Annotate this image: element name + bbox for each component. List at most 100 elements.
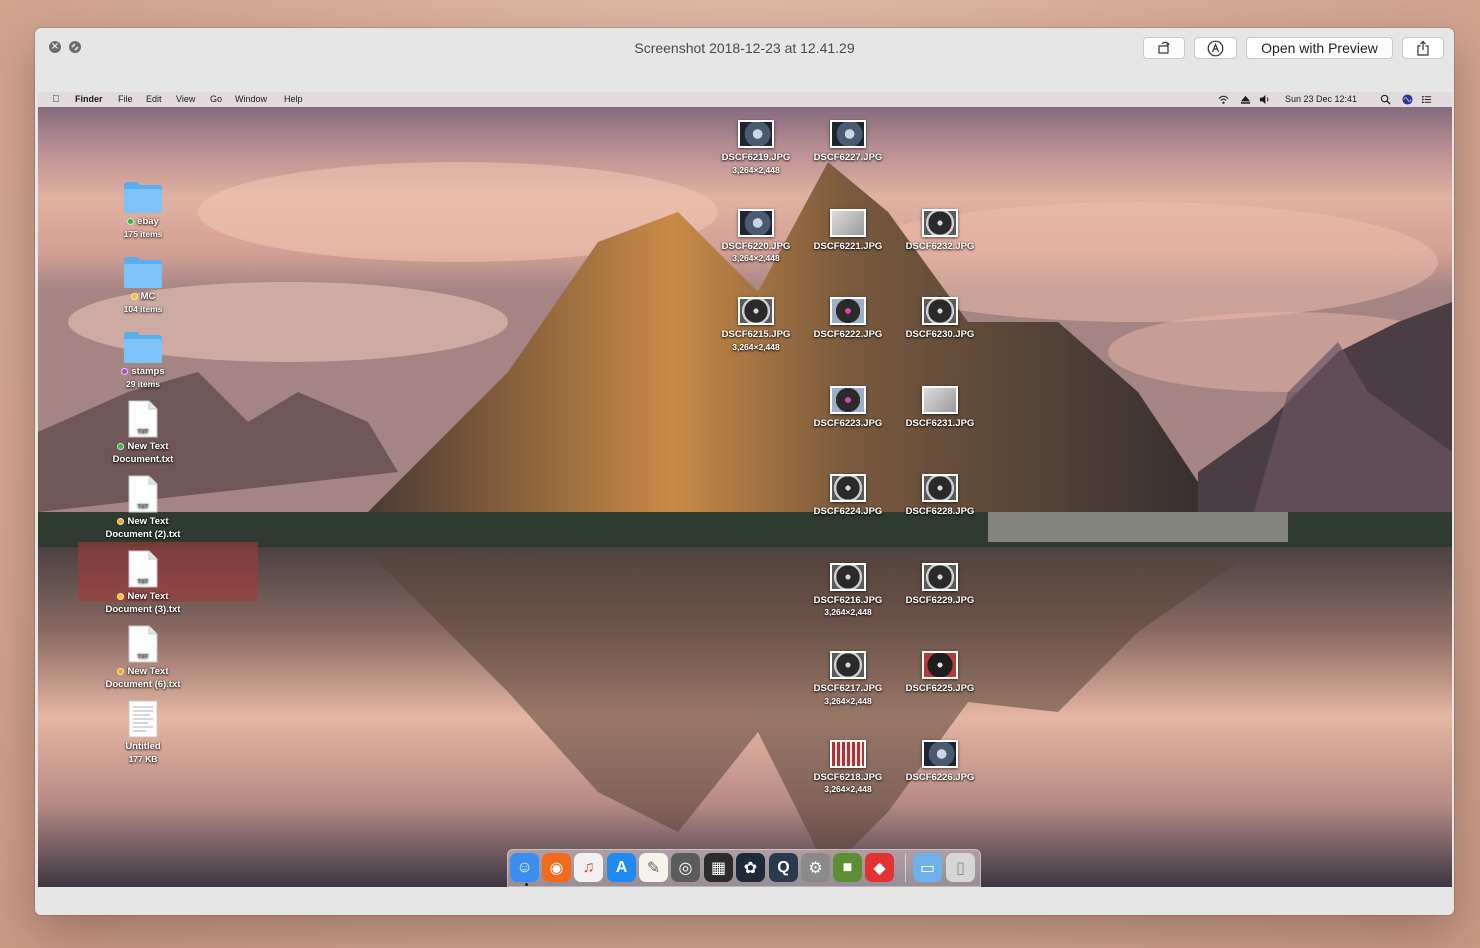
screenshot-preview:  Finder File Edit View Go Window Help S… [38,92,1452,887]
dock-running-indicator [525,883,528,886]
photo-file[interactable]: DSCF6225.JPG [892,651,988,696]
photo-file-name: DSCF6221.JPG [813,240,883,252]
wifi-icon[interactable] [1218,94,1229,105]
menu-bar:  Finder File Edit View Go Window Help S… [38,92,1452,107]
app-store-icon[interactable]: A [607,853,636,882]
color-tag-dot [117,517,125,525]
item-info: 104 items [123,303,163,314]
markup-button[interactable] [1194,37,1237,59]
photo-file-name: DSCF6216.JPG [813,594,883,606]
desktop-item-folder[interactable]: stamps 29 items [95,330,191,390]
eject-icon[interactable] [1240,94,1251,105]
dock-separator [905,854,906,882]
photo-file[interactable]: DSCF6222.JPG [800,297,896,342]
quicktime-icon[interactable]: Q [769,853,798,882]
menu-clock[interactable]: Sun 23 Dec 12:41 [1285,94,1357,104]
photo-file-name: DSCF6230.JPG [905,329,975,340]
textedit-icon[interactable]: ✎ [639,853,668,882]
photo-file-name: DSCF6224.JPG [813,506,883,517]
menu-edit[interactable]: Edit [146,94,162,104]
file-name-line2: Document.txt [112,453,174,465]
photo-file[interactable]: DSCF6226.JPG [892,739,988,785]
menu-file[interactable]: File [118,94,133,104]
photo-file[interactable]: DSCF6216.JPG 3,264×2,448 [800,562,896,619]
desktop-item-folder[interactable]: ebay 175 items [95,180,191,240]
desktop-item-doc[interactable]: Untitled 177 KB [95,700,191,765]
desktop-item-txt[interactable]: TXT New Text Document (2).txt [95,475,191,541]
photo-file[interactable]: DSCF6227.JPG [800,120,896,165]
item-info: 29 items [125,378,161,389]
dock: ☺ ◉ ♫ A ✎ ◎ ▦ ✿ Q ⚙ ■ ◆ ▭ ▯ [507,849,981,887]
app-menu-finder[interactable]: Finder [75,94,103,104]
file-name-line1: New Text [95,591,191,604]
file-name-line2: Document (3).txt [105,603,181,615]
siri-icon[interactable] [1402,94,1413,105]
photo-thumbnail [830,385,866,414]
menu-window[interactable]: Window [235,94,267,104]
menu-view[interactable]: View [176,94,195,104]
share-button[interactable] [1402,37,1444,59]
gear-icon[interactable]: ⚙ [801,853,830,882]
rotate-icon [1158,41,1170,54]
photo-file-name: DSCF6227.JPG [813,152,883,163]
open-with-preview-button[interactable]: Open with Preview [1246,37,1393,59]
photo-thumbnail [830,651,866,679]
apple-menu-icon[interactable]:  [52,94,60,105]
photo-file[interactable]: DSCF6230.JPG [892,297,988,342]
photo-file[interactable]: DSCF6218.JPG 3,264×2,448 [800,739,896,796]
firefox-icon[interactable]: ◉ [542,853,571,882]
roblox-icon[interactable]: ◆ [865,853,894,882]
photo-file[interactable]: DSCF6215.JPG 3,264×2,448 [708,297,804,353]
desktop-item-txt[interactable]: TXT New Text Document.txt [95,400,191,466]
itunes-icon[interactable]: ♫ [574,853,603,882]
photo-file-name: DSCF6228.JPG [905,506,975,517]
svg-text:TXT: TXT [138,429,149,435]
photo-dimensions: 3,264×2,448 [824,607,872,617]
photo-file[interactable]: DSCF6229.JPG [892,562,988,608]
finder-icon[interactable]: ☺ [510,853,539,882]
photo-file-name: DSCF6229.JPG [905,594,975,606]
photo-file[interactable]: DSCF6221.JPG [800,208,896,254]
photo-file[interactable]: DSCF6228.JPG [892,474,988,519]
svg-text:TXT: TXT [138,579,149,585]
photo-dimensions: 3,264×2,448 [732,164,780,175]
rotate-button[interactable] [1143,37,1185,59]
minecraft-icon[interactable]: ■ [833,853,862,882]
title-bar: × Screenshot 2018-12-23 at 12.41.29 Open… [35,28,1454,88]
photo-dimensions: 3,264×2,448 [824,784,872,794]
desktop-item-txt[interactable]: TXT New Text Document (6).txt [95,625,191,691]
photo-file-name: DSCF6217.JPG [813,683,883,694]
clapper-icon[interactable]: ▦ [704,853,733,882]
menu-help[interactable]: Help [284,94,303,104]
photo-file[interactable]: DSCF6223.JPG [800,385,896,431]
menu-go[interactable]: Go [210,94,222,104]
file-name-line1: New Text [95,441,191,454]
text-file-icon: TXT [128,625,158,663]
photo-file[interactable]: DSCF6220.JPG 3,264×2,448 [708,208,804,265]
share-icon [1417,40,1429,56]
photo-thumbnail [830,120,866,148]
item-name: Untitled [125,741,161,752]
photo-file-name: DSCF6222.JPG [813,329,883,340]
camera-icon[interactable]: ◎ [671,853,700,882]
photo-file[interactable]: DSCF6224.JPG [800,474,896,519]
spotlight-search-icon[interactable] [1380,94,1391,105]
svg-text:TXT: TXT [138,504,149,510]
photo-thumbnail [830,208,866,237]
trash-icon[interactable]: ▯ [946,853,975,882]
photo-file[interactable]: DSCF6232.JPG [892,208,988,254]
resolve-icon[interactable]: ✿ [736,853,765,882]
photo-file[interactable]: DSCF6219.JPG 3,264×2,448 [708,120,804,176]
desktop-item-folder[interactable]: MC 104 items [95,255,191,315]
file-name-line2: Document (2).txt [105,528,181,540]
svg-text:TXT: TXT [138,654,149,660]
photo-file[interactable]: DSCF6231.JPG [892,385,988,431]
folder-icon[interactable]: ▭ [913,853,942,882]
photo-file[interactable]: DSCF6217.JPG 3,264×2,448 [800,651,896,707]
photo-file-name: DSCF6225.JPG [905,683,975,694]
desktop-item-txt[interactable]: TXT New Text Document (3).txt [95,550,191,616]
photo-file-name: DSCF6231.JPG [905,417,975,429]
item-name: MC [95,291,191,304]
volume-icon[interactable] [1259,94,1270,105]
notification-center-icon[interactable] [1421,94,1432,105]
